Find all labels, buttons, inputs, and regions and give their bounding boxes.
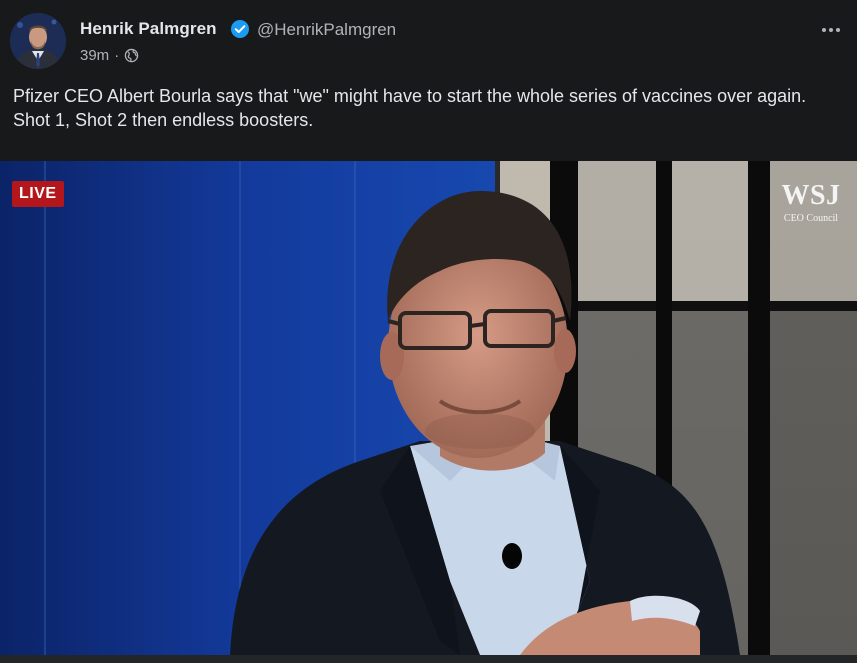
wsj-logo-text: WSJ — [781, 180, 841, 211]
more-dot-icon — [822, 28, 826, 32]
post-bottom-divider — [0, 655, 857, 663]
more-dot-icon — [836, 28, 840, 32]
post-timestamp[interactable]: 39m — [80, 47, 109, 64]
globe-icon[interactable] — [124, 48, 139, 63]
avatar-image — [10, 13, 66, 69]
live-badge: LIVE — [12, 181, 64, 207]
video-player[interactable]: LIVE WSJ CEO Council — [0, 161, 857, 655]
meta-separator: · — [114, 47, 120, 64]
post-meta: 39m · — [80, 47, 139, 64]
wsj-logo-subtitle: CEO Council — [783, 213, 839, 224]
video-frame — [0, 161, 857, 655]
author-handle[interactable]: @HenrikPalmgren — [257, 20, 396, 40]
more-dot-icon — [829, 28, 833, 32]
author-name[interactable]: Henrik Palmgren — [80, 19, 217, 39]
post-card: Henrik Palmgren @HenrikPalmgren 39m · Pf… — [0, 0, 857, 663]
more-options-button[interactable] — [817, 18, 845, 42]
author-avatar[interactable] — [10, 13, 66, 69]
verified-badge-icon — [231, 20, 249, 38]
post-text: Pfizer CEO Albert Bourla says that "we" … — [13, 86, 807, 130]
wsj-logo: WSJ CEO Council — [779, 180, 843, 225]
